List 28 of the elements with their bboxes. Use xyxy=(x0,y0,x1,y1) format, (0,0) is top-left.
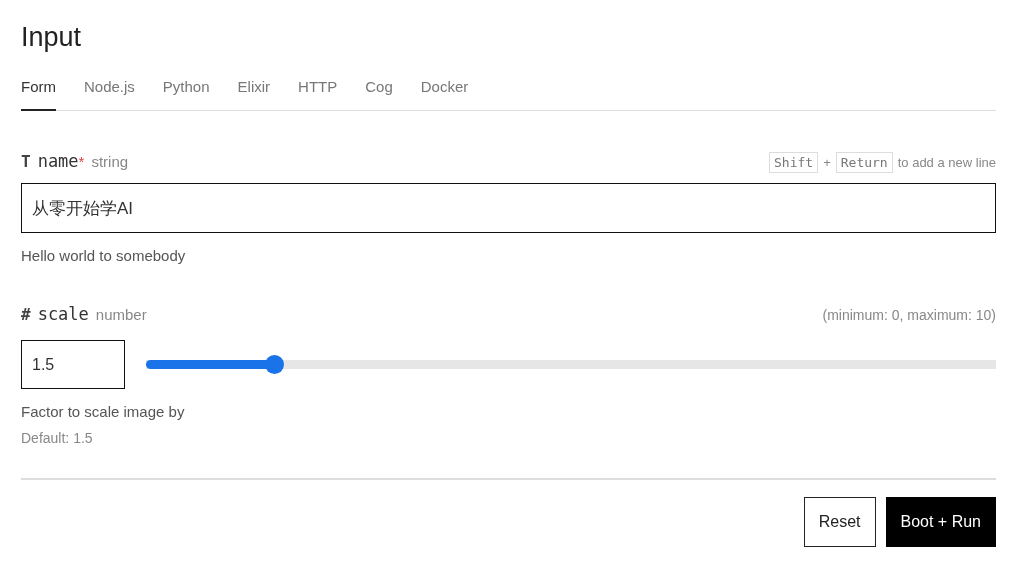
keyboard-key: Return xyxy=(835,152,893,173)
field-name: scale xyxy=(37,304,89,324)
required-mark: * xyxy=(78,153,85,170)
field-type: string xyxy=(91,153,129,170)
run-button[interactable]: Boot + Run xyxy=(885,497,996,547)
tab[interactable]: Node.js xyxy=(84,78,135,111)
field-description: Hello world to somebody xyxy=(21,247,187,264)
text-input-field[interactable]: 从零开始学AI xyxy=(21,183,996,233)
tab[interactable]: HTTP xyxy=(298,78,338,111)
field-type: number xyxy=(95,306,147,323)
keyboard-key: Shift xyxy=(769,152,819,173)
tab[interactable]: Cog xyxy=(365,78,393,111)
field-type-glyph: T xyxy=(21,152,31,171)
range-hint: (minimum: 0, maximum: 10) xyxy=(822,307,996,323)
default-value: Default: 1.5 xyxy=(21,430,94,446)
field-type-glyph: # xyxy=(21,305,31,324)
plus-sign: + xyxy=(823,155,831,170)
tab[interactable]: Python xyxy=(162,78,210,111)
tab[interactable]: Elixir xyxy=(237,78,271,111)
slider-thumb[interactable] xyxy=(264,355,284,374)
reset-button[interactable]: Reset xyxy=(803,497,876,547)
page-title: Input xyxy=(21,22,83,53)
keyboard-hint: to add a new line xyxy=(897,155,996,170)
number-input-field[interactable]: 1.5 xyxy=(21,340,125,389)
field-description: Factor to scale image by xyxy=(21,403,186,420)
field-name: name xyxy=(37,151,79,171)
tab[interactable]: Docker xyxy=(420,78,469,111)
tab[interactable]: Form xyxy=(21,78,56,111)
